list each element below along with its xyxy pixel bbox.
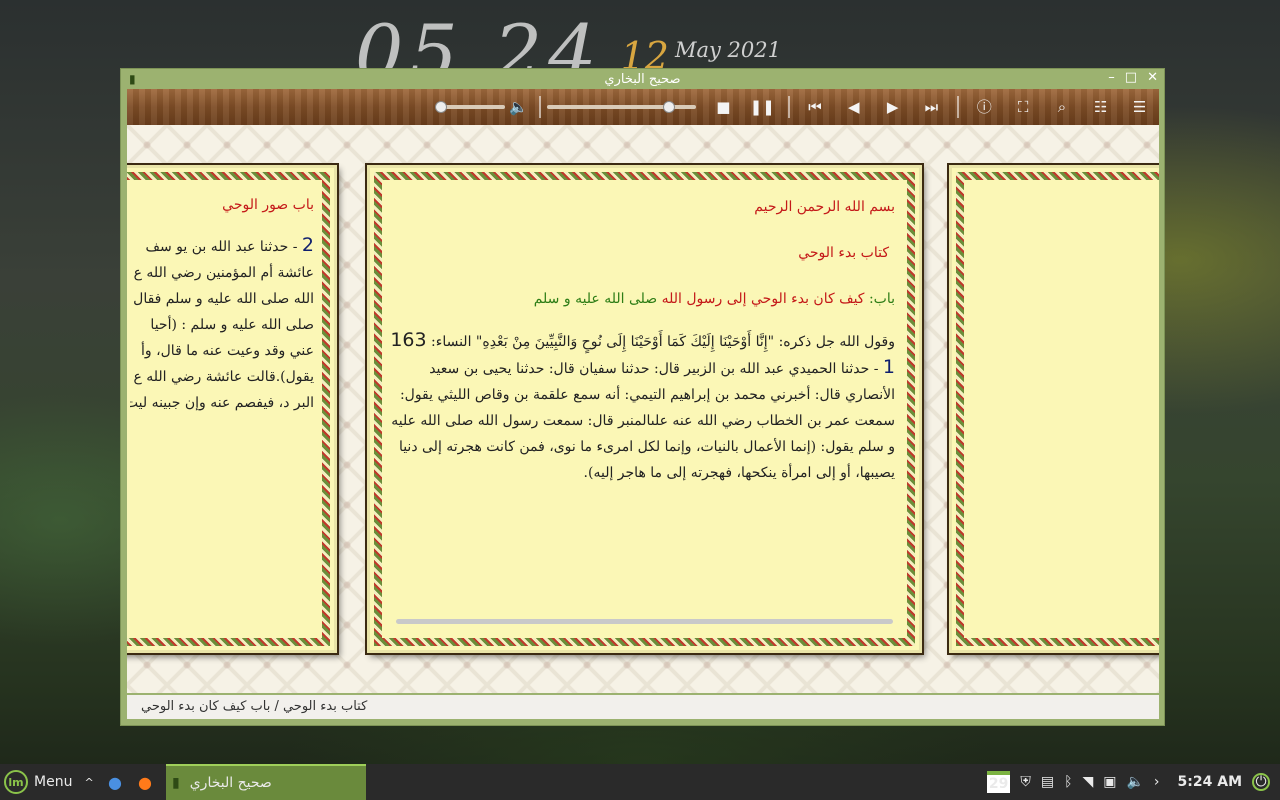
book-viewport[interactable]: باب صور الوحي 2 - حدثنا عبد الله بن يو س…	[127, 125, 1159, 693]
volume-slider-knob[interactable]	[435, 101, 447, 113]
notes-icon[interactable]: ▤	[1041, 774, 1054, 790]
info-icon[interactable]: ⓘ	[965, 89, 1004, 125]
system-tray: 29 ⛨ ▤ ᛒ ◥ ▣ 🔈 › 5:24 AM ⏻	[986, 771, 1280, 793]
firefox-icon[interactable]: ●	[130, 773, 160, 792]
taskbar: lm Menu ^ ● ● ▮ صحيح البخاري 29 ⛨ ▤ ᛒ ◥ …	[0, 764, 1280, 800]
toolbar-separator	[538, 96, 541, 118]
update-manager-icon[interactable]: ⛨	[1020, 774, 1031, 790]
quran-text: "إِنَّا أَوْحَيْنَا إِلَيْكَ كَمَا أَوْح…	[475, 334, 775, 350]
app-launcher-icon[interactable]: ●	[100, 773, 130, 792]
bab-title: كيف كان بدء الوحي إلى رسول الله	[661, 291, 865, 307]
taskbar-window-item[interactable]: ▮ صحيح البخاري	[166, 764, 366, 800]
toolbar-separator	[787, 96, 790, 118]
window-titlebar[interactable]: ▮ صحيح البخاري – □ ✕	[121, 69, 1164, 89]
window-controls: – □ ✕	[1108, 70, 1158, 85]
toolbar-separator	[956, 96, 959, 118]
chevron-right-icon[interactable]: ›	[1154, 774, 1160, 790]
hadith-number: 2	[301, 234, 314, 256]
hadith-line: يقول).قالت عائشة رضي الله ع	[133, 369, 314, 385]
volume-slider[interactable]	[435, 101, 505, 113]
volume-icon[interactable]: 🔈	[505, 89, 533, 125]
bab-salutation: صلى الله عليه و سلم	[533, 291, 658, 307]
minimize-button[interactable]: –	[1108, 70, 1115, 85]
page-left[interactable]: باب صور الوحي 2 - حدثنا عبد الله بن يو س…	[127, 165, 337, 653]
wifi-icon[interactable]: ◥	[1082, 774, 1093, 790]
taskbar-clock[interactable]: 5:24 AM	[1178, 774, 1242, 790]
previous-icon[interactable]: ◀	[834, 89, 873, 125]
fullscreen-icon[interactable]: ⛶	[1004, 89, 1043, 125]
hadith-block: 2 - حدثنا عبد الله بن يو سف	[130, 232, 315, 260]
page-right[interactable]	[949, 165, 1159, 653]
sound-icon[interactable]: 🔈	[1126, 774, 1143, 790]
stop-icon[interactable]: ■	[704, 89, 743, 125]
start-menu-button[interactable]: lm Menu ^	[0, 770, 100, 794]
page-right-text	[972, 188, 1156, 630]
app-book-icon: ▮	[129, 72, 136, 86]
bab-label: باب:	[868, 291, 895, 307]
basmala: بسم الله الرحمن الرحيم	[754, 199, 895, 215]
hadith-line: - حدثنا الحميدي عبد الله بن الزبير قال: …	[463, 361, 879, 377]
close-button[interactable]: ✕	[1147, 70, 1158, 85]
page-horizontal-scrollbar[interactable]	[396, 619, 893, 624]
status-bar: كتاب بدء الوحي / باب كيف كان بدء الوحي	[127, 695, 1159, 719]
app-window: ▮ صحيح البخاري – □ ✕ 🔈 ■ ❚❚ ⏮ ◀ ▶ ⏭ ⓘ ⛶ …	[120, 68, 1165, 726]
next-icon[interactable]: ▶	[873, 89, 912, 125]
search-icon[interactable]: ⌕	[1042, 89, 1081, 125]
page-current-text: بسم الله الرحمن الرحيم كتاب بدء الوحي با…	[390, 188, 899, 630]
toolbar: 🔈 ■ ❚❚ ⏮ ◀ ▶ ⏭ ⓘ ⛶ ⌕ ☷ ☰	[127, 89, 1159, 125]
bab-heading: باب: كيف كان بدء الوحي إلى رسول الله صلى…	[390, 286, 895, 312]
hadith-line: البر د، فيفصم عنه وإن جبينه ليت	[130, 395, 314, 411]
bluetooth-icon[interactable]: ᛒ	[1064, 774, 1072, 790]
hadith-line: الله صلى الله عليه و سلم فقال	[133, 291, 314, 307]
hadith-line: عني وقد وعيت عنه ما قال، وأ	[141, 343, 314, 359]
hadith-line: عائشة أم المؤمنين رضي الله ع	[133, 265, 314, 281]
hadith-line: - حدثنا عبد الله بن يو سف	[145, 239, 298, 255]
menu-icon[interactable]: ☰	[1120, 89, 1159, 125]
calendar-icon[interactable]: 29	[986, 771, 1011, 793]
first-icon[interactable]: ⏮	[796, 89, 835, 125]
power-icon[interactable]: ⏻	[1252, 773, 1270, 791]
app-book-icon: ▮	[172, 775, 180, 791]
quran-intro: وقول الله جل ذكره:	[778, 334, 895, 350]
page-left-text: باب صور الوحي 2 - حدثنا عبد الله بن يو س…	[130, 188, 314, 630]
status-breadcrumb: كتاب بدء الوحي / باب كيف كان بدء الوحي	[141, 699, 368, 714]
progress-slider[interactable]	[546, 101, 696, 113]
quran-verse: وقول الله جل ذكره: "إِنَّا أَوْحَيْنَا إ…	[390, 328, 895, 354]
page-current[interactable]: بسم الله الرحمن الرحيم كتاب بدء الوحي با…	[367, 165, 922, 653]
maximize-button[interactable]: □	[1125, 70, 1137, 85]
quran-ref-number: 163	[390, 329, 427, 351]
clock-month-year: May 2021	[674, 38, 781, 62]
last-icon[interactable]: ⏭	[912, 89, 951, 125]
chapter-title: باب صور الوحي	[222, 197, 314, 213]
chevron-up-icon: ^	[84, 775, 94, 789]
mint-logo-icon: lm	[4, 770, 28, 794]
hadith-number: 1	[882, 356, 895, 378]
removable-drive-icon[interactable]: ▣	[1103, 774, 1116, 790]
task-title: صحيح البخاري	[189, 775, 272, 791]
menu-label: Menu	[34, 774, 73, 790]
quran-ref: النساء:	[431, 334, 472, 350]
window-title: صحيح البخاري	[604, 71, 681, 87]
index-icon[interactable]: ☷	[1081, 89, 1120, 125]
progress-slider-knob[interactable]	[662, 101, 675, 113]
book-title: كتاب بدء الوحي	[798, 245, 889, 261]
hadith-line: صلى الله عليه و سلم : (أحيا	[150, 317, 314, 333]
hadith-block: 1 - حدثنا الحميدي عبد الله بن الزبير قال…	[390, 354, 895, 486]
pause-icon[interactable]: ❚❚	[743, 89, 782, 125]
